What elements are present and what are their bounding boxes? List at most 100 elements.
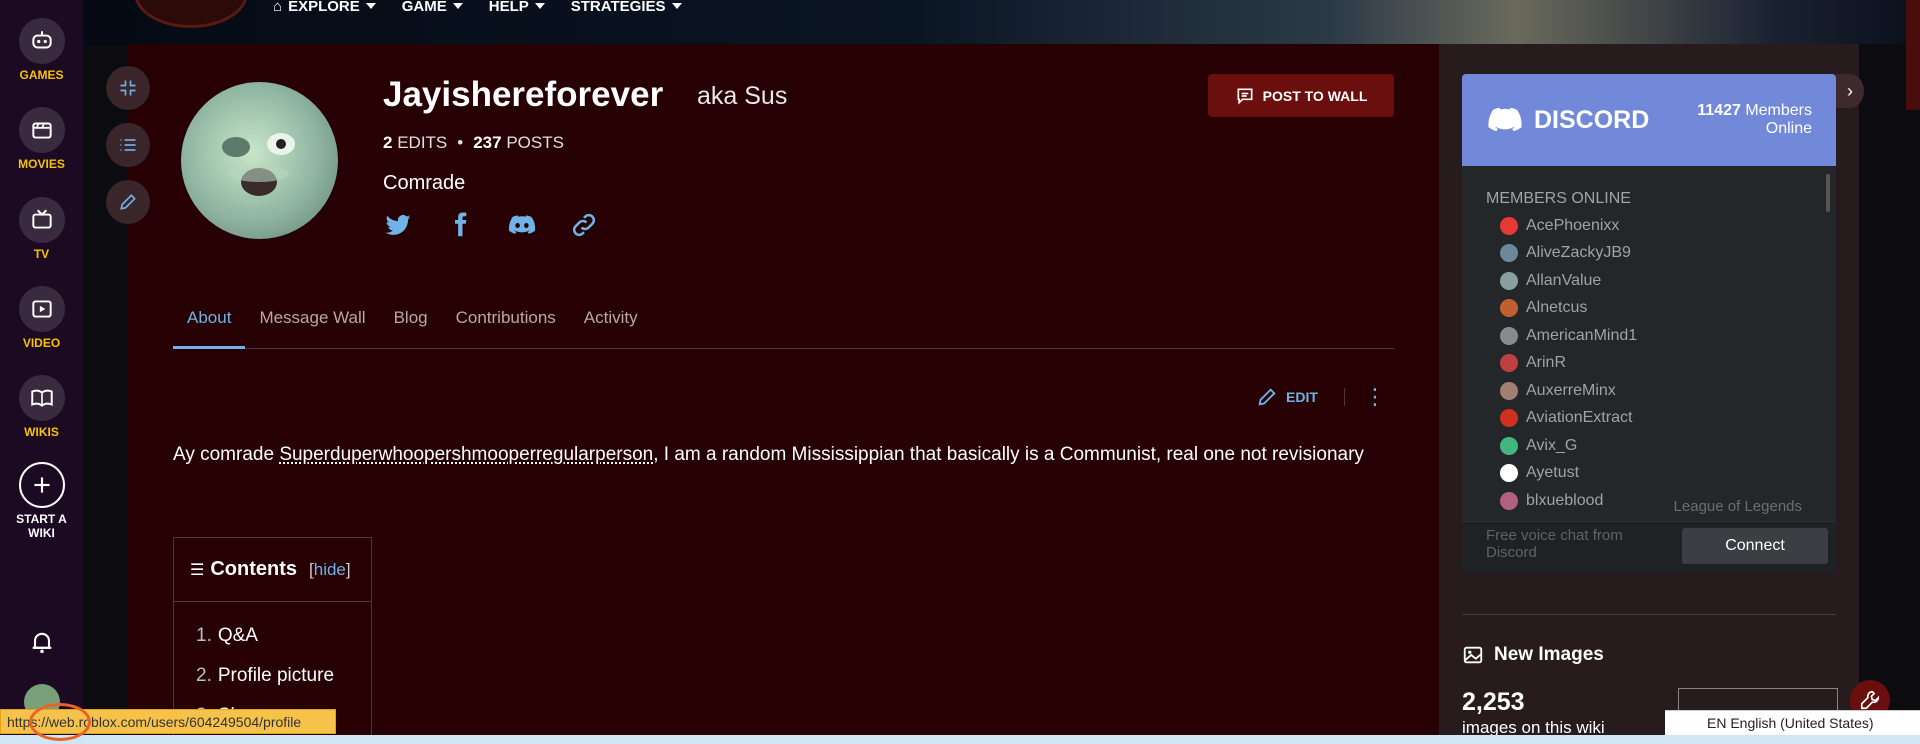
post-to-wall-button[interactable]: POST TO WALL <box>1208 74 1394 117</box>
discord-member[interactable]: ArinR <box>1500 350 1836 378</box>
member-avatar <box>1500 409 1518 428</box>
discord-logo[interactable]: DISCORD <box>1486 101 1649 139</box>
username: Jayishereforever <box>383 75 664 114</box>
discord-member[interactable]: Avix_G <box>1500 432 1836 460</box>
user-alias: aka Sus <box>697 82 788 110</box>
wrench-icon <box>1860 690 1880 710</box>
toc-item[interactable]: 2. Profile picture <box>196 656 371 696</box>
discord-member[interactable]: AcePhoenixx <box>1500 212 1836 240</box>
chevron-down-icon <box>452 3 463 9</box>
member-avatar <box>1500 354 1518 373</box>
scrollbar[interactable] <box>1906 0 1920 110</box>
page-tools-strip <box>1859 44 1920 744</box>
discord-icon <box>1488 107 1522 132</box>
collapse-button[interactable] <box>106 66 150 110</box>
sidebar-item-tv[interactable]: TV <box>0 197 83 261</box>
language-selector[interactable]: EN English (United States) <box>1665 710 1920 735</box>
chevron-down-icon <box>671 3 682 9</box>
more-options-button[interactable]: ⋮ <box>1364 386 1386 408</box>
edit-button[interactable]: EDIT <box>1256 386 1318 408</box>
discord-member[interactable]: AuxerreMinx <box>1500 377 1836 405</box>
discord-footer: Free voice chat from Discord Connect <box>1462 521 1836 573</box>
divider <box>1462 614 1836 615</box>
discord-icon <box>508 215 536 234</box>
stats-separator: • <box>457 133 464 152</box>
toc-hide-link[interactable]: hide <box>314 560 346 579</box>
tv-icon <box>18 197 65 243</box>
profile-tabs: About Message Wall Blog Contributions Ac… <box>173 304 1394 349</box>
scrollbar[interactable] <box>1826 174 1830 212</box>
toc-header: ☰ Contents [hide] <box>174 538 371 602</box>
member-avatar <box>1500 464 1518 483</box>
member-avatar <box>1500 381 1518 400</box>
discord-member[interactable]: AliveZackyJB9 <box>1500 240 1836 268</box>
comment-icon <box>1237 88 1253 105</box>
tab-message-wall[interactable]: Message Wall <box>245 304 379 349</box>
sidebar-item-video[interactable]: VIDEO <box>0 286 83 350</box>
controller-icon <box>18 18 65 64</box>
user-link[interactable]: Superduperwhoopershmooperregularperson <box>279 444 653 465</box>
add-image-button[interactable] <box>1678 688 1838 710</box>
list-icon: ☰ <box>190 561 205 579</box>
annotation-circle <box>29 703 91 741</box>
discord-online-count: 11427 Members Online <box>1697 102 1812 137</box>
tab-contributions[interactable]: Contributions <box>442 304 570 349</box>
members-online-header: MEMBERS ONLINE <box>1486 190 1631 207</box>
start-a-wiki-button[interactable]: START A WIKI <box>0 462 83 540</box>
sidebar-item-wikis[interactable]: WIKIS <box>0 375 83 439</box>
book-icon <box>18 375 65 421</box>
collapse-icon <box>120 80 136 96</box>
profile-avatar <box>181 82 338 239</box>
chevron-down-icon <box>534 3 545 9</box>
link-icon <box>572 213 596 237</box>
notifications-button[interactable] <box>0 628 83 659</box>
tab-blog[interactable]: Blog <box>380 304 442 349</box>
member-avatar <box>1500 299 1518 318</box>
discord-member[interactable]: AllanValue <box>1500 267 1836 295</box>
sidebar-item-movies[interactable]: MOVIES <box>0 107 83 171</box>
member-avatar <box>1500 326 1518 345</box>
edits-stat[interactable]: 2 EDITS <box>383 133 447 153</box>
nav-help[interactable]: HELP <box>489 0 545 15</box>
nav-strategies[interactable]: STRATEGIES <box>571 0 682 15</box>
discord-member[interactable]: AviationExtract <box>1500 405 1836 433</box>
edit-page-button[interactable] <box>106 180 150 224</box>
chevron-down-icon <box>365 3 376 9</box>
discord-member[interactable]: AmericanMind1 <box>1500 322 1836 350</box>
list-icon <box>120 139 136 151</box>
pencil-icon <box>1258 388 1276 406</box>
tab-about[interactable]: About <box>173 304 246 349</box>
posts-stat[interactable]: 237 POSTS <box>473 133 564 153</box>
image-icon <box>1463 646 1483 664</box>
user-tagline: Comrade <box>383 172 466 194</box>
chevron-right-icon: › <box>1847 80 1853 101</box>
website-link[interactable] <box>569 210 599 245</box>
more-vertical-icon: ⋮ <box>1364 384 1386 409</box>
member-avatar <box>1500 436 1518 455</box>
toc-item[interactable]: 1. Q&A <box>196 616 371 656</box>
play-icon <box>18 286 65 332</box>
nav-game[interactable]: GAME <box>402 0 463 15</box>
global-sidebar: GAMES MOVIES TV VIDEO WIKIS START A WIKI <box>0 0 83 744</box>
member-game: League of Legends <box>1673 498 1802 515</box>
social-links <box>383 210 599 245</box>
twitter-link[interactable] <box>383 210 413 245</box>
image-count: 2,253 <box>1462 688 1525 716</box>
nav-explore[interactable]: ⌂ EXPLORE <box>273 0 376 15</box>
discord-member[interactable]: Alnetcus <box>1500 295 1836 323</box>
discord-header: DISCORD 11427 Members Online <box>1462 74 1836 166</box>
member-avatar <box>1500 244 1518 263</box>
pencil-icon <box>120 194 136 210</box>
table-of-contents-button[interactable] <box>106 123 150 167</box>
bell-icon <box>32 632 51 654</box>
discord-tagline: Free voice chat from Discord <box>1486 527 1623 561</box>
page-controls <box>106 66 150 237</box>
twitter-icon <box>385 215 411 235</box>
discord-member[interactable]: Ayetust <box>1500 460 1836 488</box>
tab-activity[interactable]: Activity <box>570 304 652 349</box>
connect-button[interactable]: Connect <box>1682 528 1828 564</box>
discord-link[interactable] <box>507 210 537 245</box>
sidebar-item-games[interactable]: GAMES <box>0 18 83 82</box>
rail-toggle-button[interactable]: › <box>1836 74 1864 108</box>
facebook-link[interactable] <box>445 210 475 245</box>
